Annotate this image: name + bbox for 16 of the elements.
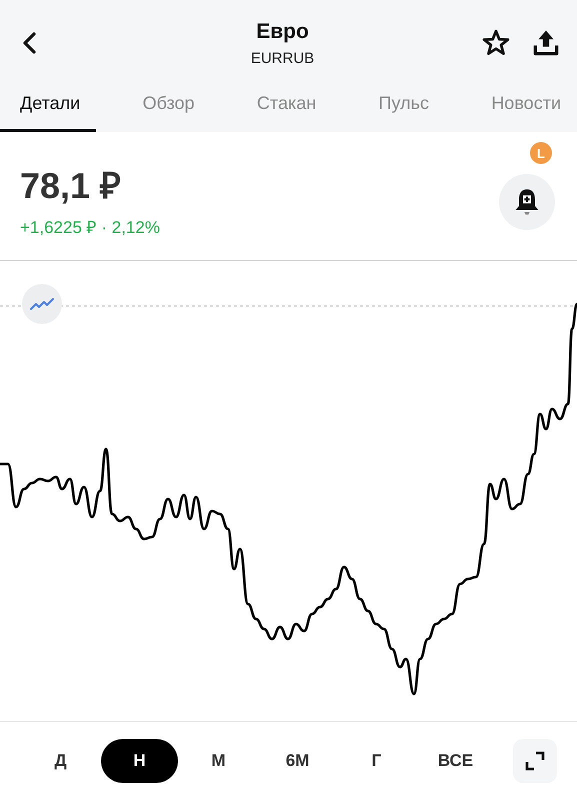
period-tab[interactable]: Н: [101, 739, 178, 783]
period-tab[interactable]: ВСЕ: [417, 739, 494, 783]
period-tab[interactable]: Г: [338, 739, 415, 783]
star-icon[interactable]: [481, 28, 511, 58]
period-tab[interactable]: 6М: [259, 739, 336, 783]
ticker-label: EURRUB: [250, 50, 314, 66]
trend-icon[interactable]: [22, 284, 62, 324]
expand-icon[interactable]: [513, 739, 557, 783]
tab[interactable]: Детали: [0, 86, 96, 132]
price-value: 78,1 ₽: [20, 164, 122, 208]
period-tab[interactable]: М: [180, 739, 257, 783]
level-badge: L: [530, 142, 552, 164]
share-icon[interactable]: [531, 28, 561, 58]
period-tab[interactable]: Д: [22, 739, 99, 783]
instrument-title: Евро: [256, 20, 309, 44]
price-change: +1,6225 ₽ · 2,12%: [20, 217, 160, 238]
